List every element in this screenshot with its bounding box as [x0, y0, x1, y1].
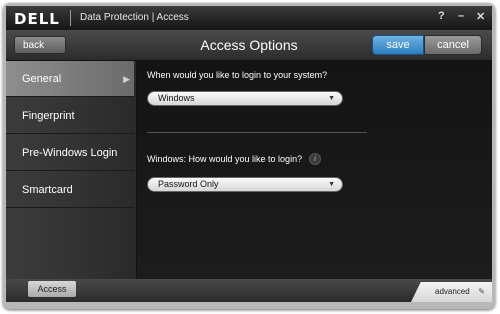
- sidebar-item-label: General: [22, 73, 62, 85]
- window-title: Data Protection | Access: [80, 12, 189, 23]
- pencil-icon: ✎: [478, 287, 485, 296]
- main-panel: When would you like to login to your sys…: [137, 61, 492, 279]
- chevron-down-icon: ▼: [328, 181, 335, 188]
- close-button[interactable]: ✕: [476, 10, 485, 23]
- sidebar-item-label: Pre-Windows Login: [22, 147, 118, 159]
- minimize-button[interactable]: –: [458, 10, 464, 22]
- section-divider: [147, 132, 367, 133]
- title-bar: DELL Data Protection | Access ? – ✕: [6, 6, 492, 30]
- sidebar: General ▶ Fingerprint Pre-Windows Login …: [6, 61, 137, 279]
- sidebar-item-label: Smartcard: [22, 184, 73, 196]
- chevron-down-icon: ▼: [328, 95, 335, 102]
- sidebar-item-label: Fingerprint: [22, 110, 75, 122]
- dell-logo: DELL: [14, 10, 60, 28]
- login-time-question: When would you like to login to your sys…: [147, 70, 328, 80]
- header-bar: back Access Options save cancel: [6, 30, 492, 61]
- save-button[interactable]: save: [372, 35, 424, 55]
- active-arrow-icon: ▶: [123, 74, 130, 84]
- cancel-button[interactable]: cancel: [424, 35, 482, 55]
- login-method-question: Windows: How would you like to login?: [147, 154, 303, 164]
- sidebar-item-general[interactable]: General ▶: [6, 61, 134, 97]
- advanced-button[interactable]: advanced ✎: [411, 282, 492, 302]
- login-method-dropdown[interactable]: Password Only ▼: [147, 177, 343, 192]
- sidebar-item-smartcard[interactable]: Smartcard: [6, 172, 134, 208]
- access-tab[interactable]: Access: [28, 281, 76, 297]
- help-button[interactable]: ?: [438, 10, 445, 22]
- sidebar-item-fingerprint[interactable]: Fingerprint: [6, 98, 134, 134]
- login-method-selected: Password Only: [158, 179, 219, 189]
- info-icon[interactable]: i: [309, 153, 321, 165]
- footer-bar: Access advanced ✎: [6, 279, 492, 302]
- title-separator: [70, 10, 71, 26]
- advanced-label: advanced: [435, 287, 470, 296]
- login-time-dropdown[interactable]: Windows ▼: [147, 91, 343, 106]
- sidebar-item-pre-windows-login[interactable]: Pre-Windows Login: [6, 135, 134, 171]
- login-time-selected: Windows: [158, 93, 195, 103]
